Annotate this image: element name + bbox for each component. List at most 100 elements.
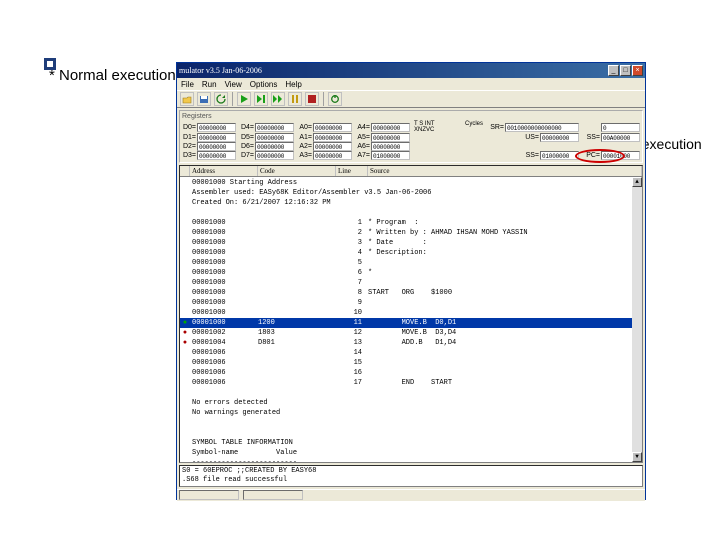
code-line[interactable]: Symbol-name Value <box>180 448 642 458</box>
register-value[interactable]: 00000000 <box>371 123 410 132</box>
register-value[interactable]: 00000000 <box>197 142 236 151</box>
col-address[interactable]: Address <box>190 166 258 176</box>
code-line[interactable]: 0000100614 <box>180 348 642 358</box>
breakpoint-gutter[interactable]: ● <box>180 338 190 348</box>
breakpoint-gutter[interactable] <box>180 198 190 208</box>
save-icon[interactable] <box>197 92 211 106</box>
step-icon[interactable] <box>254 92 268 106</box>
register-value[interactable]: 01000000 <box>540 151 579 160</box>
listing-body[interactable]: 00001000 Starting AddressAssembler used:… <box>180 177 642 463</box>
linenum-cell: 13 <box>336 338 368 348</box>
breakpoint-gutter[interactable] <box>180 398 190 408</box>
breakpoint-gutter[interactable] <box>180 278 190 288</box>
col-line[interactable]: Line <box>336 166 368 176</box>
breakpoint-gutter[interactable] <box>180 378 190 388</box>
reload-icon[interactable] <box>214 92 228 106</box>
breakpoint-gutter[interactable] <box>180 188 190 198</box>
register-value[interactable]: 0010000000000000 <box>505 123 579 132</box>
stop-icon[interactable] <box>305 92 319 106</box>
code-line[interactable]: SYMBOL TABLE INFORMATION <box>180 438 642 448</box>
breakpoint-gutter[interactable] <box>180 298 190 308</box>
register-value[interactable]: 00000000 <box>313 142 352 151</box>
breakpoint-gutter[interactable] <box>180 178 190 188</box>
code-line[interactable]: 0000100010 <box>180 308 642 318</box>
pc-register-value[interactable]: 00001000 <box>601 151 640 160</box>
scroll-up-icon[interactable]: ▲ <box>632 177 642 187</box>
register-value[interactable]: 00000000 <box>371 133 410 142</box>
code-line[interactable]: 000010001* Program : <box>180 218 642 228</box>
register-value[interactable]: 00000000 <box>197 151 236 160</box>
breakpoint-gutter[interactable] <box>180 248 190 258</box>
scroll-down-icon[interactable]: ▼ <box>632 452 642 462</box>
breakpoint-gutter[interactable] <box>180 238 190 248</box>
code-line[interactable]: 0000100615 <box>180 358 642 368</box>
register-value[interactable]: 0 <box>601 123 640 132</box>
register-value[interactable]: 00000000 <box>313 123 352 132</box>
menu-run[interactable]: Run <box>202 80 217 89</box>
breakpoint-gutter[interactable] <box>180 308 190 318</box>
menu-help[interactable]: Help <box>285 80 301 89</box>
code-line[interactable]: 0000100616 <box>180 368 642 378</box>
minimize-button[interactable]: _ <box>608 65 619 76</box>
code-line[interactable]: 000010006* <box>180 268 642 278</box>
code-line[interactable]: 000010002* Written by : AHMAD IHSAN MOHD… <box>180 228 642 238</box>
maximize-button[interactable]: □ <box>620 65 631 76</box>
register-value[interactable]: 00000000 <box>197 123 236 132</box>
pause-icon[interactable] <box>288 92 302 106</box>
register-value[interactable]: 00000000 <box>313 133 352 142</box>
breakpoint-gutter[interactable] <box>180 218 190 228</box>
reset-icon[interactable] <box>328 92 342 106</box>
breakpoint-gutter[interactable] <box>180 408 190 418</box>
register-value[interactable]: 00A00000 <box>601 133 640 142</box>
code-line[interactable]: 00001000 Starting Address <box>180 178 642 188</box>
register-value[interactable]: 00000000 <box>371 142 410 151</box>
col-source[interactable]: Source <box>368 166 642 176</box>
open-icon[interactable] <box>180 92 194 106</box>
breakpoint-gutter[interactable] <box>180 348 190 358</box>
breakpoint-gutter[interactable] <box>180 288 190 298</box>
run-icon[interactable] <box>237 92 251 106</box>
code-line[interactable]: No warnings generated <box>180 408 642 418</box>
breakpoint-gutter[interactable] <box>180 258 190 268</box>
code-line[interactable]: No errors detected <box>180 398 642 408</box>
code-line[interactable]: 000010007 <box>180 278 642 288</box>
code-line[interactable]: 000010003* Date : <box>180 238 642 248</box>
breakpoint-gutter[interactable] <box>180 438 190 448</box>
register-value[interactable]: 00000000 <box>255 123 294 132</box>
register-value[interactable]: 00000000 <box>197 133 236 142</box>
source-cell <box>368 308 642 318</box>
code-line[interactable]: Created On: 6/21/2007 12:16:32 PM <box>180 198 642 208</box>
menu-file[interactable]: File <box>181 80 194 89</box>
register-value[interactable]: 00000000 <box>313 151 352 160</box>
code-line[interactable]: ●00001002180312 MOVE.B D3,D4 <box>180 328 642 338</box>
register-label: A6= <box>356 143 370 150</box>
code-line[interactable]: ●00001000120011 MOVE.B D0,D1 <box>180 318 642 328</box>
col-code[interactable]: Code <box>258 166 336 176</box>
breakpoint-gutter[interactable] <box>180 228 190 238</box>
scrollbar-vertical[interactable]: ▲ ▼ <box>632 177 642 462</box>
menu-options[interactable]: Options <box>250 80 278 89</box>
close-button[interactable]: × <box>632 65 643 76</box>
breakpoint-gutter[interactable] <box>180 458 190 463</box>
breakpoint-gutter[interactable] <box>180 448 190 458</box>
code-line[interactable]: 000010005 <box>180 258 642 268</box>
code-line[interactable]: 000010008START ORG $1000 <box>180 288 642 298</box>
code-line[interactable]: 000010009 <box>180 298 642 308</box>
breakpoint-gutter[interactable] <box>180 268 190 278</box>
code-line[interactable]: ●00001004D80113 ADD.B D1,D4 <box>180 338 642 348</box>
register-value[interactable]: 00000000 <box>540 133 579 142</box>
register-value[interactable]: 00000000 <box>255 142 294 151</box>
register-value[interactable]: 00000000 <box>255 133 294 142</box>
register-value[interactable]: 01000000 <box>371 151 410 160</box>
menu-view[interactable]: View <box>225 80 242 89</box>
register-value[interactable]: 00000000 <box>255 151 294 160</box>
breakpoint-gutter[interactable] <box>180 358 190 368</box>
trace-icon[interactable] <box>271 92 285 106</box>
breakpoint-gutter[interactable]: ● <box>180 328 190 338</box>
code-line[interactable]: 0000100617 END START <box>180 378 642 388</box>
code-line[interactable]: Assembler used: EASy68K Editor/Assembler… <box>180 188 642 198</box>
breakpoint-gutter[interactable] <box>180 368 190 378</box>
code-line[interactable]: ------------------------- <box>180 458 642 463</box>
breakpoint-gutter[interactable]: ● <box>180 318 190 328</box>
code-line[interactable]: 000010004* Description: <box>180 248 642 258</box>
